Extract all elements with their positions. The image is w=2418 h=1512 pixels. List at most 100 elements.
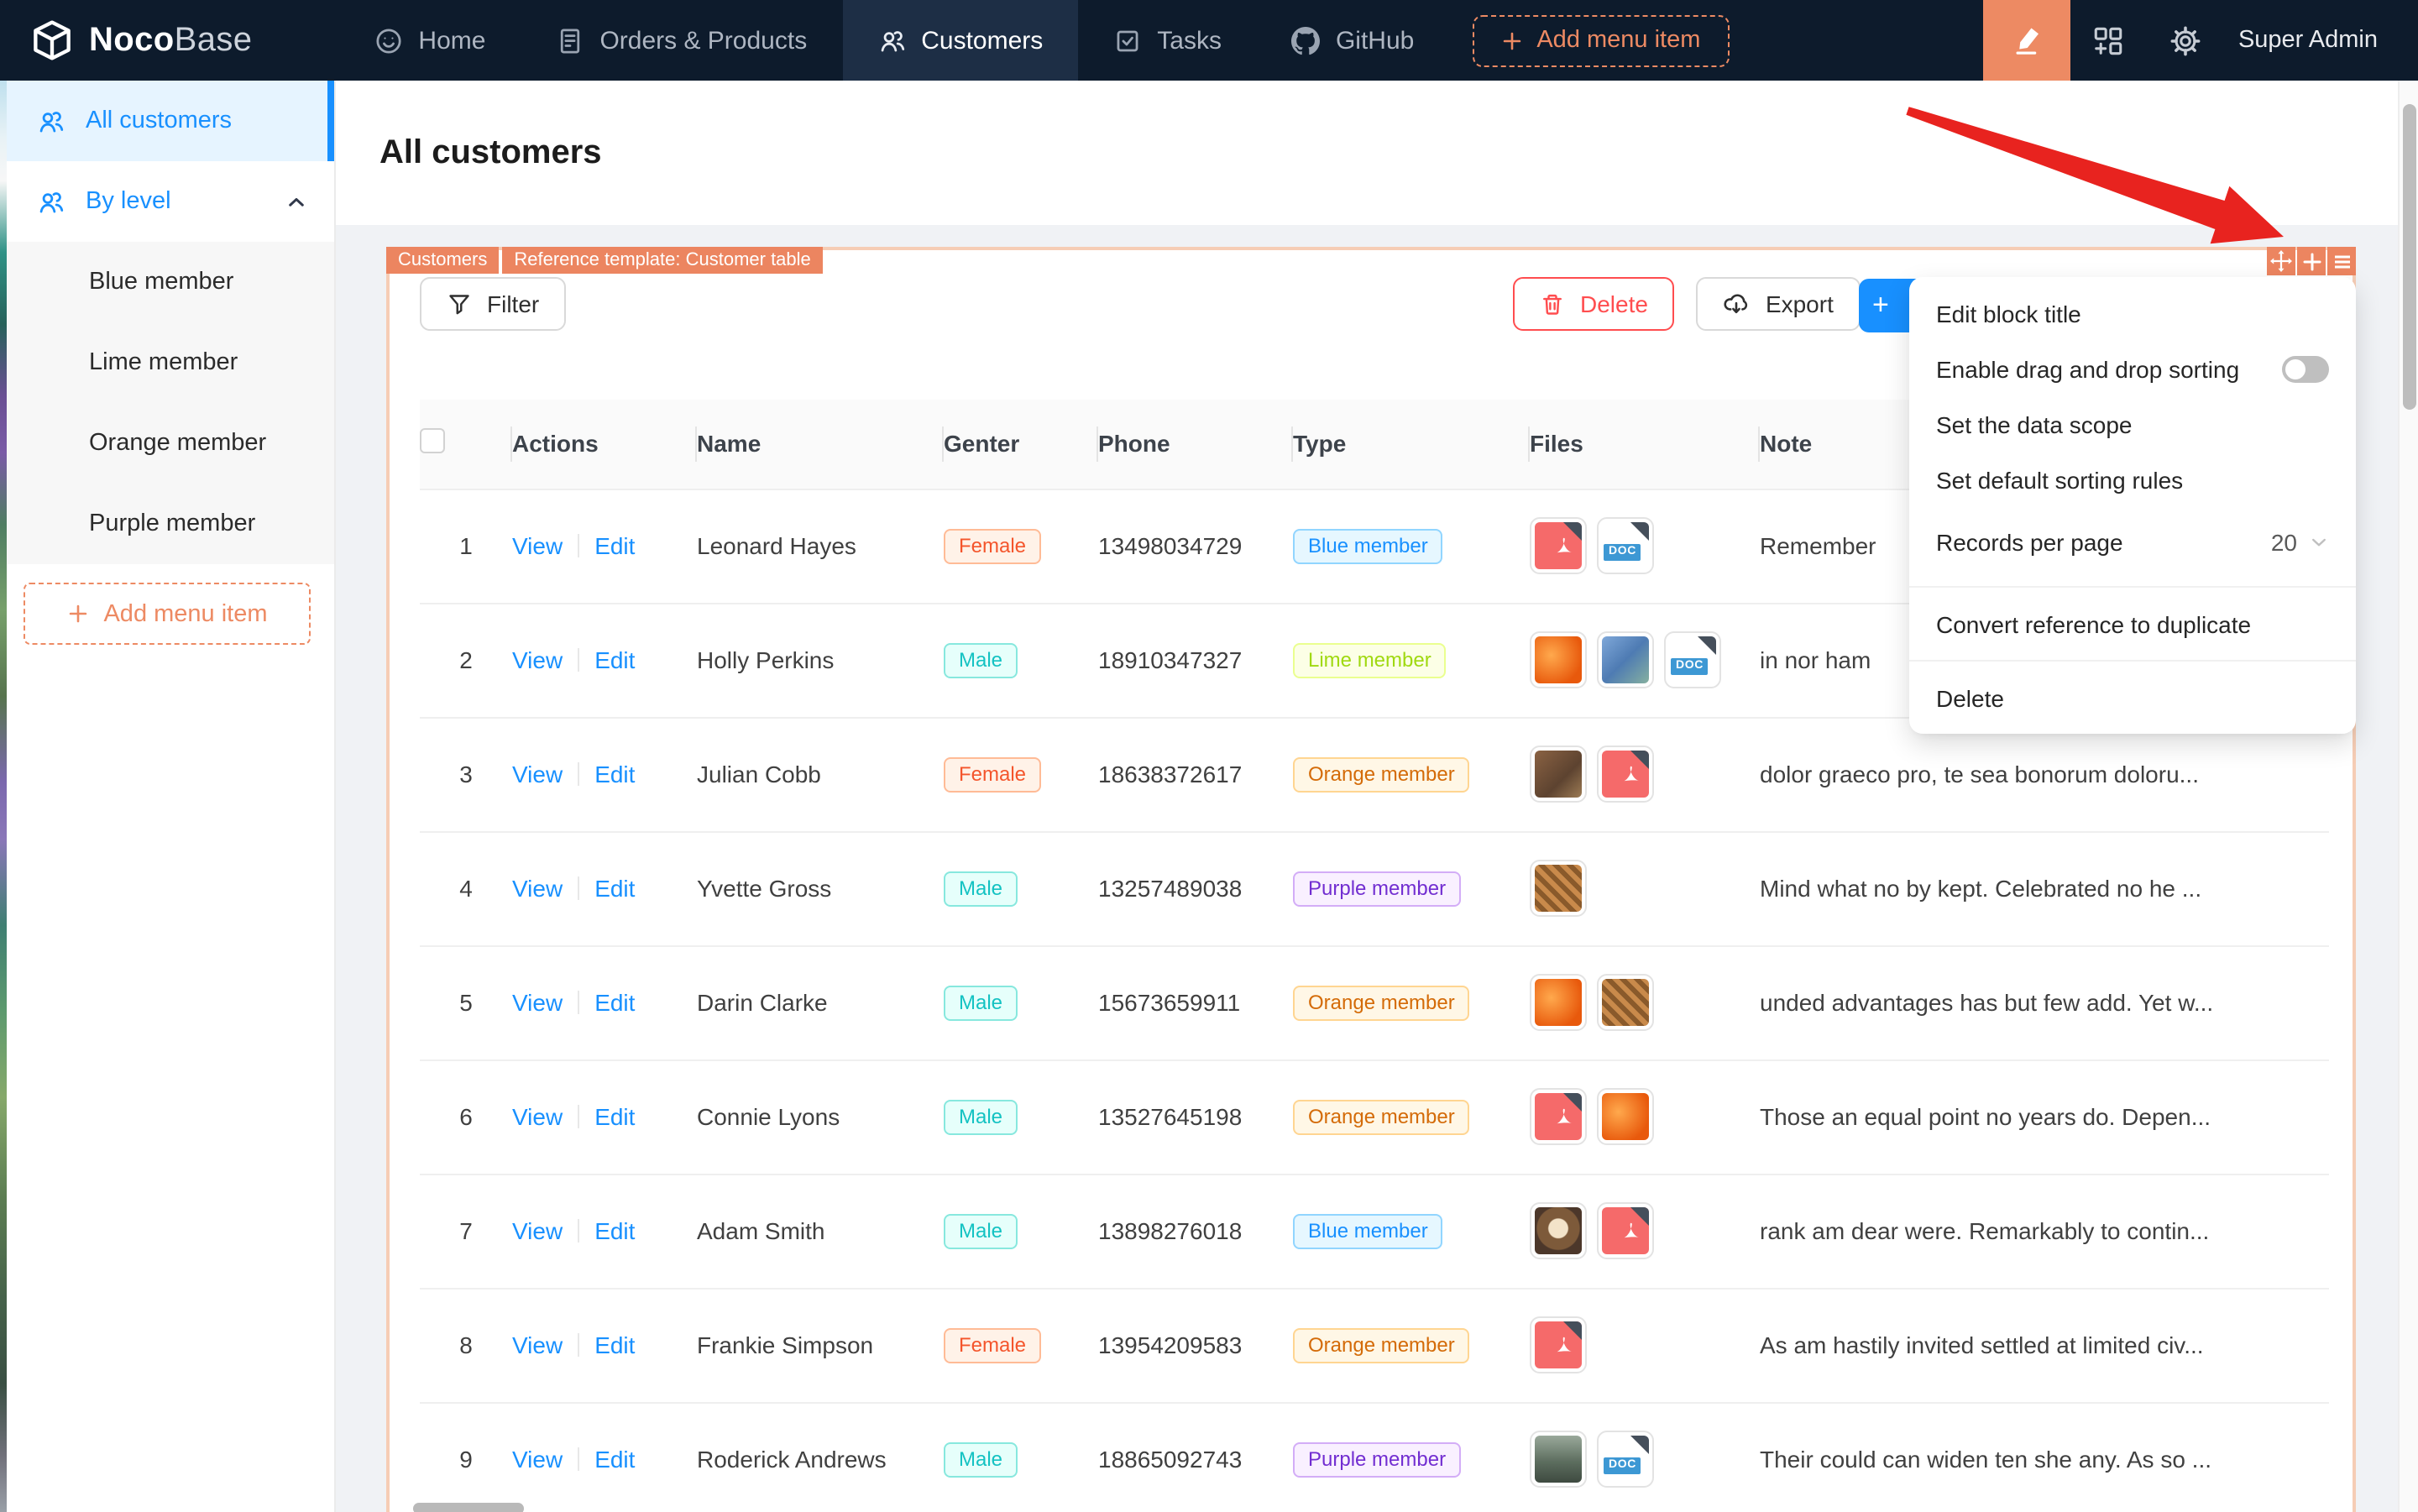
menu-item-enable-drag-and-drop-sorting[interactable]: Enable drag and drop sorting bbox=[1909, 341, 2356, 396]
view-link[interactable]: View bbox=[512, 989, 563, 1016]
file-doc-thumbnail[interactable]: DOC bbox=[1597, 517, 1654, 574]
menu-item-records-per-page[interactable]: Records per page 20 bbox=[1909, 507, 2356, 578]
ui-editor-button[interactable] bbox=[1982, 0, 2070, 81]
nav-item-home[interactable]: Home bbox=[339, 0, 521, 81]
sidebar-subitem-lime-member[interactable]: Lime member bbox=[7, 322, 334, 403]
sidebar-item-by-level[interactable]: By level bbox=[7, 161, 334, 242]
name-cell: Leonard Hayes bbox=[697, 488, 944, 604]
nav-item-customers[interactable]: Customers bbox=[842, 0, 1079, 81]
name-cell: Yvette Gross bbox=[697, 831, 944, 946]
menu-item-convert-reference-to-duplicate[interactable]: Convert reference to duplicate bbox=[1909, 596, 2356, 651]
navbar-add-menu-item-button[interactable]: Add menu item bbox=[1473, 14, 1730, 66]
delete-button[interactable]: Delete bbox=[1513, 277, 1675, 331]
select-all-checkbox[interactable] bbox=[420, 428, 445, 454]
plus-icon bbox=[66, 603, 88, 625]
plus-icon[interactable] bbox=[2297, 247, 2326, 275]
menu-item-label: Edit block title bbox=[1936, 300, 2081, 327]
view-link[interactable]: View bbox=[512, 1332, 563, 1358]
file-doc-thumbnail[interactable]: DOC bbox=[1664, 631, 1721, 688]
settings-button[interactable] bbox=[2148, 0, 2225, 81]
link-separator bbox=[578, 1333, 580, 1357]
chevron-up-icon[interactable] bbox=[285, 191, 307, 212]
drag-icon[interactable] bbox=[2267, 247, 2295, 275]
edit-link[interactable]: Edit bbox=[594, 761, 635, 787]
view-link[interactable]: View bbox=[512, 1103, 563, 1130]
nav-item-orders[interactable]: Orders & Products bbox=[521, 0, 842, 81]
filter-button[interactable]: Filter bbox=[420, 277, 567, 331]
menu-item-delete[interactable]: Delete bbox=[1909, 670, 2356, 725]
tasks-icon bbox=[1113, 26, 1142, 55]
gender-tag: Male bbox=[944, 642, 1018, 678]
sidebar-add-menu-item-button[interactable]: Add menu item bbox=[24, 583, 311, 645]
file-pdf-thumbnail[interactable] bbox=[1530, 1316, 1587, 1373]
add-new-plus-label: + bbox=[1872, 289, 1889, 321]
edit-link[interactable]: Edit bbox=[594, 1332, 635, 1358]
vertical-scrollbar[interactable] bbox=[2398, 81, 2418, 1512]
vertical-scrollbar-thumb[interactable] bbox=[2403, 104, 2416, 410]
type-tag: Orange member bbox=[1293, 756, 1470, 792]
phone-cell: 18910347327 bbox=[1098, 603, 1293, 718]
records-per-page-select[interactable]: 20 bbox=[2271, 529, 2329, 556]
file-doc-thumbnail[interactable]: DOC bbox=[1597, 1431, 1654, 1488]
file-image-food-thumbnail[interactable] bbox=[1530, 746, 1587, 803]
view-link[interactable]: View bbox=[512, 1217, 563, 1244]
nav-item-github[interactable]: GitHub bbox=[1257, 0, 1449, 81]
file-image-plant-thumbnail[interactable] bbox=[1597, 631, 1654, 688]
brand-text: NocoBase bbox=[89, 21, 253, 58]
row-index: 3 bbox=[420, 717, 512, 832]
row-index: 7 bbox=[420, 1174, 512, 1289]
file-image-fruit-thumbnail[interactable] bbox=[1530, 974, 1587, 1031]
nocobase-logo[interactable]: NocoBase bbox=[0, 18, 285, 62]
block-settings-menu: Edit block title Enable drag and drop sor… bbox=[1909, 277, 2356, 734]
files-cell bbox=[1530, 1288, 1760, 1403]
file-image-fruit-thumbnail[interactable] bbox=[1597, 1088, 1654, 1145]
plugin-manager-button[interactable] bbox=[2070, 0, 2148, 81]
view-link[interactable]: View bbox=[512, 875, 563, 902]
gear-icon bbox=[2170, 24, 2202, 56]
sidebar-item-all-customers[interactable]: All customers bbox=[7, 81, 334, 161]
name-cell: Frankie Simpson bbox=[697, 1288, 944, 1403]
edit-link[interactable]: Edit bbox=[594, 532, 635, 559]
edit-link[interactable]: Edit bbox=[594, 875, 635, 902]
user-menu[interactable]: Super Admin bbox=[2238, 27, 2378, 54]
edit-link[interactable]: Edit bbox=[594, 1446, 635, 1473]
file-image-store-thumbnail[interactable] bbox=[1530, 1431, 1587, 1488]
type-cell: Purple member bbox=[1293, 1402, 1530, 1512]
file-pdf-thumbnail[interactable] bbox=[1530, 1088, 1587, 1145]
export-button[interactable]: Export bbox=[1696, 277, 1861, 331]
sidebar-subitem-blue-member[interactable]: Blue member bbox=[7, 242, 334, 322]
name-cell: Holly Perkins bbox=[697, 603, 944, 718]
menu-icon[interactable] bbox=[2327, 247, 2356, 275]
menu-item-set-the-data-scope[interactable]: Set the data scope bbox=[1909, 396, 2356, 452]
edit-link[interactable]: Edit bbox=[594, 989, 635, 1016]
view-link[interactable]: View bbox=[512, 1446, 563, 1473]
view-link[interactable]: View bbox=[512, 761, 563, 787]
edit-link[interactable]: Edit bbox=[594, 1217, 635, 1244]
menu-item-edit-block-title[interactable]: Edit block title bbox=[1909, 285, 2356, 341]
view-link[interactable]: View bbox=[512, 532, 563, 559]
file-image-basket-thumbnail[interactable] bbox=[1597, 974, 1654, 1031]
file-image-coffee-thumbnail[interactable] bbox=[1530, 1202, 1587, 1259]
file-image-basket-thumbnail[interactable] bbox=[1530, 860, 1587, 917]
edit-link[interactable]: Edit bbox=[594, 646, 635, 673]
menu-item-set-default-sorting-rules[interactable]: Set default sorting rules bbox=[1909, 452, 2356, 507]
filter-label: Filter bbox=[487, 290, 540, 317]
file-pdf-thumbnail[interactable] bbox=[1530, 517, 1587, 574]
edit-link[interactable]: Edit bbox=[594, 1103, 635, 1130]
sidebar-subitem-orange-member[interactable]: Orange member bbox=[7, 403, 334, 484]
file-pdf-thumbnail[interactable] bbox=[1597, 1202, 1654, 1259]
page-fold bbox=[1563, 1321, 1582, 1340]
file-image-fruit-thumbnail[interactable] bbox=[1530, 631, 1587, 688]
page-fold bbox=[1698, 636, 1716, 655]
drag-sort-toggle[interactable] bbox=[2282, 355, 2329, 382]
file-pdf-thumbnail[interactable] bbox=[1597, 746, 1654, 803]
table-row: 6 View Edit Connie Lyons Male 13527645198 Oran… bbox=[420, 1059, 2329, 1175]
horizontal-scrollbar-thumb[interactable] bbox=[413, 1502, 524, 1512]
type-cell: Blue member bbox=[1293, 488, 1530, 604]
nav-item-tasks[interactable]: Tasks bbox=[1078, 0, 1257, 81]
view-link[interactable]: View bbox=[512, 646, 563, 673]
designer-badge: Reference template: Customer table bbox=[502, 247, 823, 274]
nav-item-label: Home bbox=[418, 26, 486, 55]
page-fold bbox=[1630, 751, 1649, 769]
sidebar-subitem-purple-member[interactable]: Purple member bbox=[7, 484, 334, 564]
